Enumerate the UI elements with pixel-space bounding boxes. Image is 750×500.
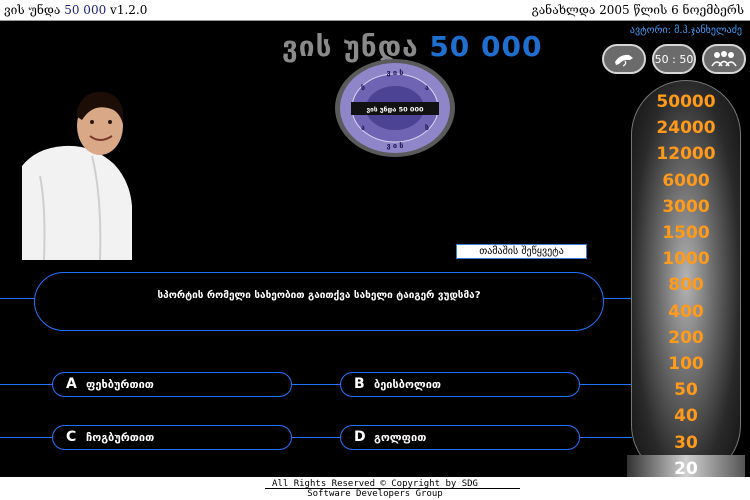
answer-d-button[interactable]: D გოლფით [340, 425, 580, 450]
money-level: 40 [674, 406, 698, 427]
answer-line-right-top [580, 384, 632, 385]
app-title-amount: 50 000 [64, 3, 107, 17]
quit-game-button[interactable]: თამაშის შეწყვეტა [456, 244, 587, 259]
answer-line-left-bottom [0, 437, 53, 438]
money-level: 50 [674, 380, 698, 401]
game-logo: ვ ი ს ვ ი ს ს ა ა ს ვის უნდა 50 000 [333, 58, 457, 158]
money-level: 3000 [662, 196, 710, 217]
answer-letter: B [354, 376, 365, 392]
answer-text: გოლფით [374, 431, 427, 444]
answer-letter: D [354, 429, 366, 445]
svg-text:ა: ა [425, 84, 429, 92]
answer-text: ბეისბოლით [374, 378, 442, 391]
money-level: 50000 [656, 92, 716, 112]
logo-text: ვის უნდა 50 000 [367, 106, 424, 114]
svg-text:ს: ს [425, 124, 429, 132]
author-label: ავტორი: მ.ჰ.ჯანხელაძე [629, 25, 742, 36]
question-text: სპორტის რომელი სახეობით გაითქვა სახელი ტ… [157, 290, 481, 301]
svg-text:ვ ი ს: ვ ი ს [387, 142, 404, 150]
audience-icon [711, 51, 737, 67]
svg-text:ა: ა [361, 124, 365, 132]
money-level: 800 [668, 275, 704, 296]
app-title: ვის უნდა 50 000 v1.2.0 [4, 3, 147, 17]
money-level: 24000 [656, 118, 716, 139]
fifty-fifty-button[interactable]: 50 : 50 [652, 44, 696, 74]
app-version: v1.2.0 [110, 3, 148, 17]
phone-icon [615, 54, 633, 67]
money-level: 6000 [662, 170, 710, 191]
answer-text: ფეხბურთით [86, 378, 154, 391]
phone-a-friend-button[interactable] [602, 44, 646, 74]
money-level: 1500 [662, 223, 710, 243]
answer-c-button[interactable]: C ჩოგბურთით [52, 425, 292, 450]
footer: All Rights Reserved © Copyright by SDG S… [0, 477, 750, 500]
money-level: 200 [668, 327, 704, 348]
update-date: განახლდა 2005 წლის 6 ნოემბერს [531, 3, 744, 17]
answer-line-right-bottom [580, 437, 632, 438]
answer-b-button[interactable]: B ბეისბოლით [340, 372, 580, 397]
ask-audience-button[interactable] [702, 44, 746, 74]
answer-line-mid-bottom [292, 437, 341, 438]
question-box: სპორტის რომელი სახეობით გაითქვა სახელი ტ… [34, 272, 604, 331]
answer-letter: A [66, 376, 77, 392]
money-level: 12000 [656, 144, 716, 165]
money-level-current: 20 [674, 458, 698, 479]
app-title-prefix: ვის უნდა [4, 3, 61, 17]
svg-text:ვ ი ს: ვ ი ს [387, 69, 404, 77]
money-level: 1000 [662, 249, 710, 270]
answer-line-mid-top [292, 384, 341, 385]
company-text: Software Developers Group [307, 489, 443, 499]
svg-text:ს: ს [361, 84, 365, 92]
host-photo [22, 86, 132, 260]
title-bar: ვის უნდა 50 000 v1.2.0 განახლდა 2005 წლი… [0, 0, 750, 21]
answer-letter: C [66, 429, 77, 445]
money-level: 400 [668, 301, 704, 322]
lifelines: 50 : 50 [602, 44, 750, 76]
question-line-right [603, 298, 633, 299]
answer-line-left-top [0, 384, 53, 385]
question-line-left [0, 298, 36, 299]
money-level: 30 [674, 432, 698, 453]
answer-a-button[interactable]: A ფეხბურთით [52, 372, 292, 397]
money-level: 100 [668, 354, 704, 374]
answer-text: ჩოგბურთით [86, 431, 155, 444]
